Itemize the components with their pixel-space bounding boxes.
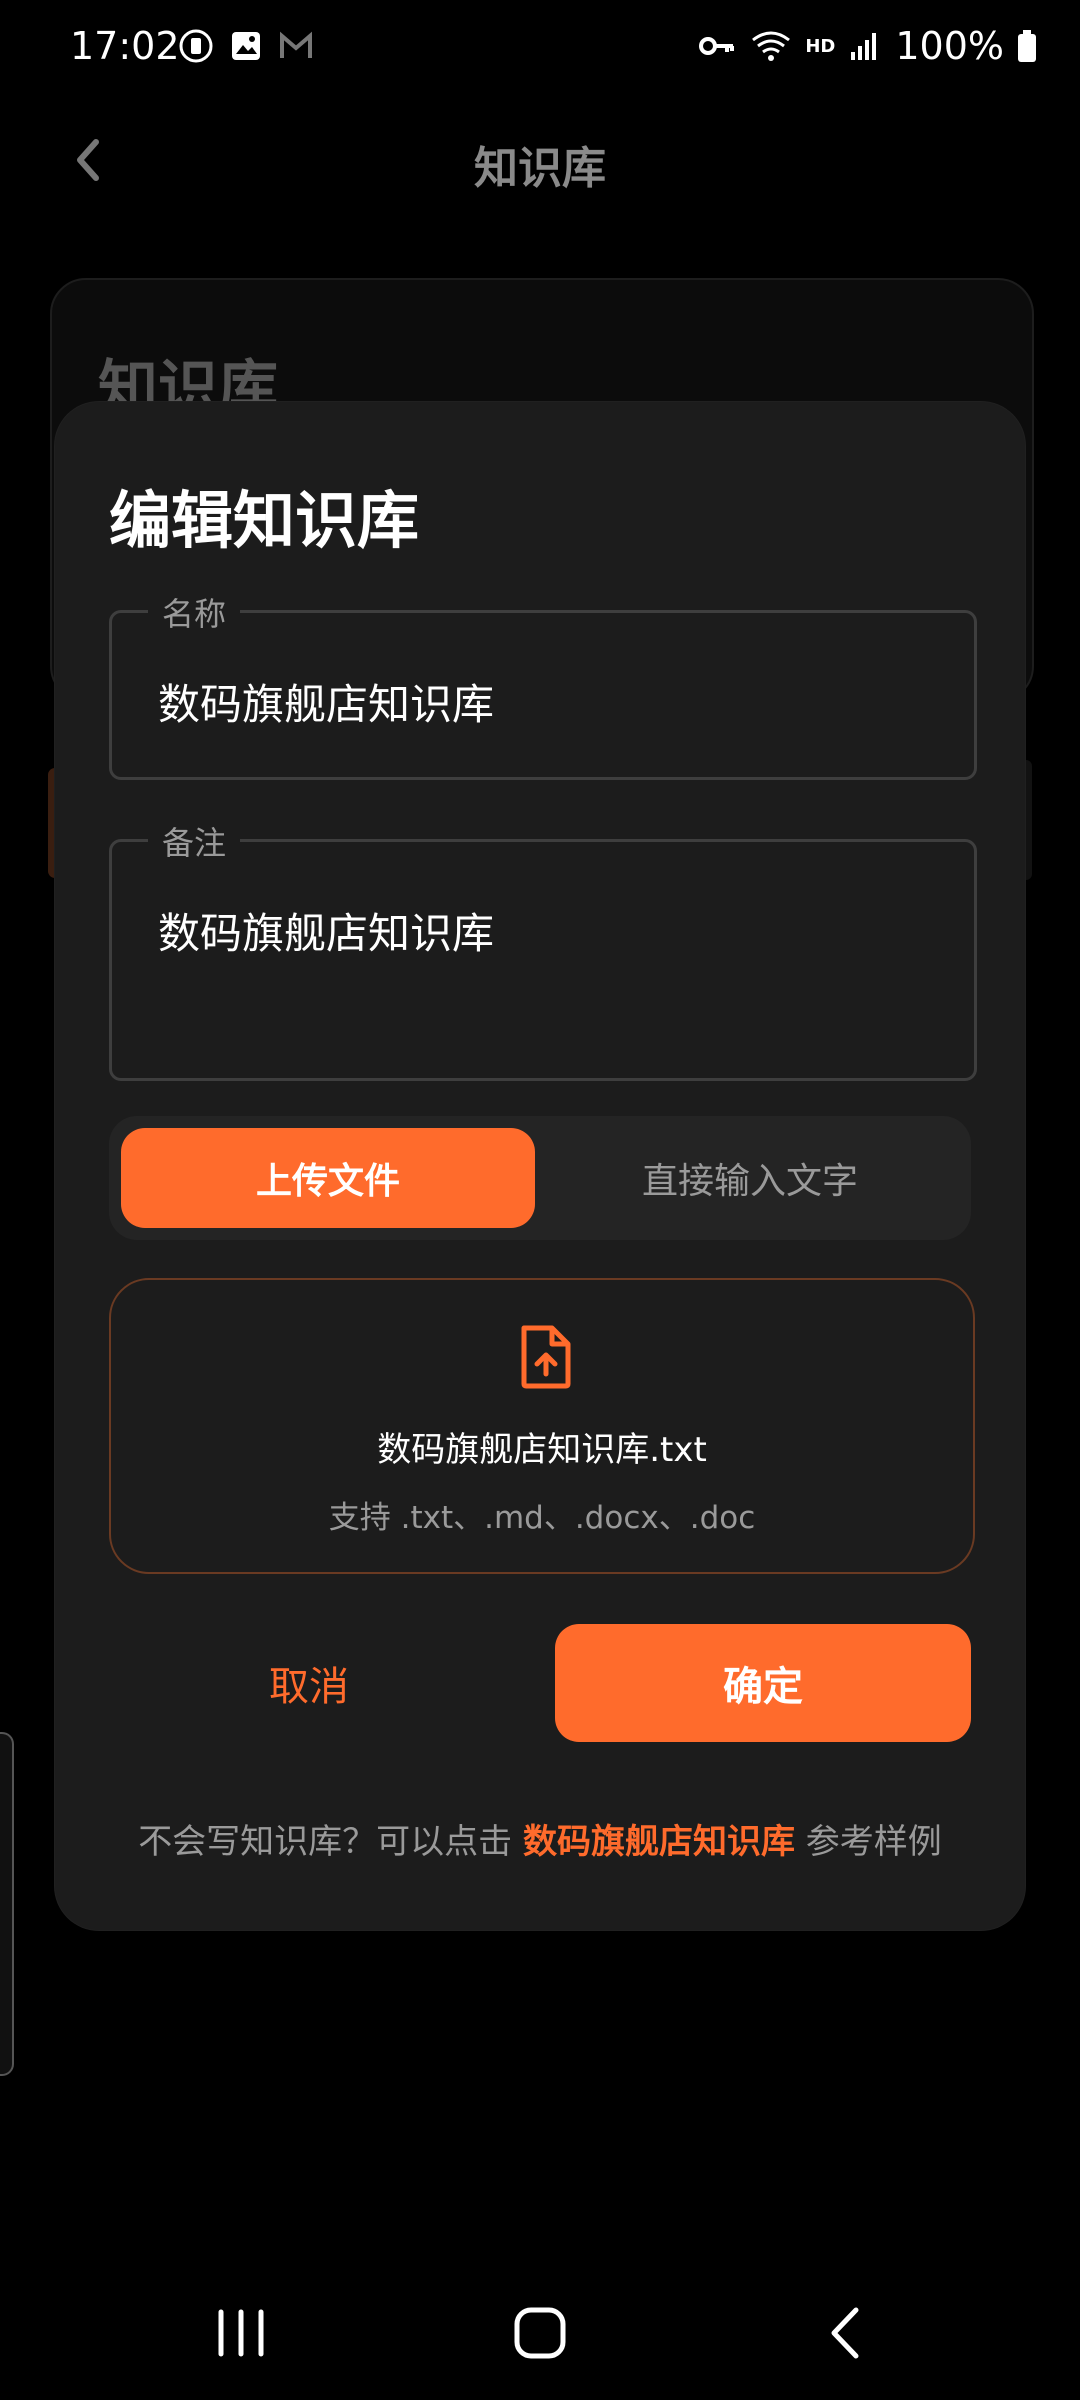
cancel-button[interactable]: 取消 — [109, 1624, 509, 1742]
network-type-label: HD — [805, 35, 836, 57]
confirm-button[interactable]: 确定 — [555, 1624, 971, 1742]
tip-suffix: 参考样例 — [795, 1822, 942, 1862]
data-saver-icon — [179, 29, 213, 63]
system-navigation-bar — [0, 2280, 1080, 2380]
dialog-title: 编辑知识库 — [109, 484, 420, 557]
signal-icon — [851, 33, 877, 60]
uploaded-file-name: 数码旗舰店知识库.txt — [377, 1430, 707, 1470]
home-icon[interactable] — [505, 2300, 575, 2366]
gmail-icon — [280, 31, 312, 58]
app-header: 知识库 — [0, 110, 1080, 210]
vpn-key-icon — [699, 37, 735, 55]
battery-icon — [1018, 30, 1036, 62]
note-field-label: 备注 — [148, 818, 241, 864]
status-bar: 17:02 HD 100% — [0, 0, 1080, 96]
supported-formats-hint: 支持 .txt、.md、.docx、.doc — [328, 1500, 756, 1536]
sample-tip: 不会写知识库？可以点击 数码旗舰店知识库 参考样例 — [55, 1814, 1025, 1863]
input-mode-tabs: 上传文件 直接输入文字 — [109, 1116, 971, 1240]
tip-prefix: 不会写知识库？可以点击 — [138, 1822, 523, 1862]
system-status-icons: HD 100% — [697, 24, 1038, 68]
sample-link[interactable]: 数码旗舰店知识库 — [523, 1822, 795, 1862]
gallery-icon — [232, 32, 260, 60]
file-upload-icon — [521, 1325, 571, 1389]
name-field-label: 名称 — [148, 589, 241, 635]
tab-upload-file[interactable]: 上传文件 — [121, 1128, 535, 1228]
back-nav-icon[interactable] — [812, 2300, 882, 2366]
name-input[interactable]: 数码旗舰店知识库 — [158, 671, 494, 732]
edit-knowledge-base-dialog: 编辑知识库 名称 数码旗舰店知识库 备注 数码旗舰店知识库 上传文件 直接输入文… — [55, 402, 1025, 1930]
notification-icons — [178, 28, 314, 64]
tab-direct-input[interactable]: 直接输入文字 — [543, 1128, 957, 1228]
note-input[interactable]: 数码旗舰店知识库 — [158, 900, 494, 961]
page-title: 知识库 — [474, 143, 606, 194]
status-time: 17:02 — [70, 24, 180, 68]
wifi-icon — [752, 31, 791, 61]
battery-percent: 100% — [895, 24, 1004, 68]
name-field[interactable]: 名称 数码旗舰店知识库 — [109, 589, 977, 780]
edge-panel-handle[interactable] — [0, 1732, 14, 2076]
note-field[interactable]: 备注 数码旗舰店知识库 — [109, 818, 977, 1081]
recent-apps-icon[interactable] — [206, 2300, 276, 2366]
file-upload-area[interactable]: 数码旗舰店知识库.txt 支持 .txt、.md、.docx、.doc — [109, 1278, 975, 1574]
